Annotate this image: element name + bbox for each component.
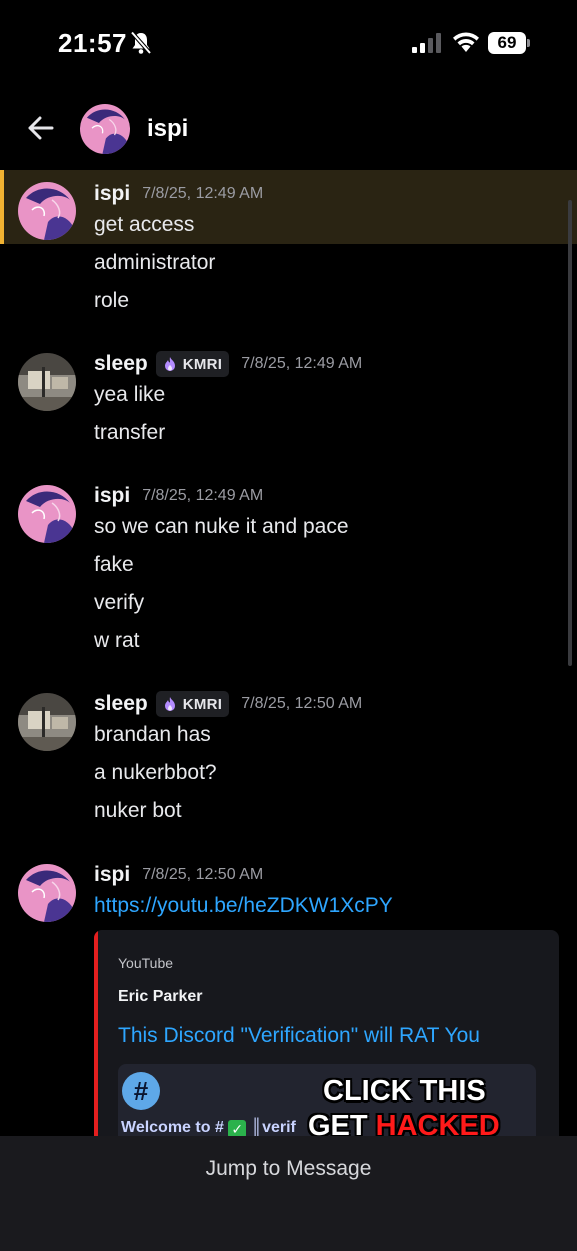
message-line[interactable]: transfer bbox=[94, 421, 165, 445]
chat-header: ispi bbox=[0, 88, 577, 168]
timestamp: 7/8/25, 12:49 AM bbox=[142, 487, 264, 504]
avatar[interactable] bbox=[18, 864, 76, 922]
avatar[interactable] bbox=[18, 693, 76, 751]
avatar[interactable] bbox=[18, 182, 76, 240]
bottom-bar: Jump to Message bbox=[0, 1136, 577, 1251]
message-line[interactable]: nuker bot bbox=[94, 799, 182, 823]
flame-icon bbox=[164, 357, 175, 371]
message-line[interactable]: role bbox=[94, 289, 129, 313]
timestamp: 7/8/25, 12:49 AM bbox=[142, 185, 264, 202]
message-line[interactable]: fake bbox=[94, 553, 134, 577]
avatar[interactable] bbox=[18, 353, 76, 411]
message-list[interactable]: ispi 7/8/25, 12:49 AM get access adminis… bbox=[0, 168, 577, 1136]
author-name[interactable]: ispi bbox=[94, 182, 130, 206]
author-name[interactable]: ispi bbox=[94, 863, 130, 887]
battery-icon: 69 bbox=[488, 32, 530, 54]
timestamp: 7/8/25, 12:50 AM bbox=[241, 695, 363, 712]
message-line[interactable]: a nukerbbot? bbox=[94, 761, 217, 785]
server-tag-label: KMRI bbox=[182, 355, 223, 373]
message-line[interactable]: get access bbox=[94, 213, 194, 237]
timestamp: 7/8/25, 12:50 AM bbox=[142, 866, 264, 883]
scrollbar[interactable] bbox=[568, 200, 572, 666]
message-header: ispi 7/8/25, 12:50 AM bbox=[94, 861, 263, 889]
message-line[interactable]: brandan has bbox=[94, 723, 211, 747]
message-header: ispi 7/8/25, 12:49 AM bbox=[94, 180, 263, 208]
thumbnail-welcome-text: Welcome to # ✓ ║verif bbox=[121, 1119, 296, 1136]
thumbnail-channel: ║verif bbox=[250, 1119, 296, 1136]
hashtag-icon: # bbox=[122, 1072, 160, 1110]
thumbnail-headline-2: GET HACKED bbox=[308, 1110, 500, 1136]
message-line[interactable]: verify bbox=[94, 591, 144, 615]
author-name[interactable]: sleep bbox=[94, 692, 148, 716]
message-line[interactable]: w rat bbox=[94, 629, 140, 653]
header-avatar[interactable] bbox=[80, 104, 130, 154]
message-line[interactable]: yea like bbox=[94, 383, 165, 407]
bell-slash-icon bbox=[130, 31, 152, 55]
timestamp: 7/8/25, 12:49 AM bbox=[241, 355, 363, 372]
author-name[interactable]: sleep bbox=[94, 352, 148, 376]
server-tag[interactable]: KMRI bbox=[155, 691, 230, 717]
thumbnail-hacked: HACKED bbox=[375, 1110, 500, 1136]
embed-provider[interactable]: YouTube bbox=[118, 955, 173, 971]
message-line[interactable]: so we can nuke it and pace bbox=[94, 515, 349, 539]
channel-title: ispi bbox=[147, 115, 189, 142]
message-line[interactable]: administrator bbox=[94, 251, 215, 275]
jump-to-message-button[interactable]: Jump to Message bbox=[0, 1157, 577, 1181]
avatar[interactable] bbox=[18, 485, 76, 543]
thumbnail-welcome: Welcome to # bbox=[121, 1119, 224, 1136]
embed-author[interactable]: Eric Parker bbox=[118, 988, 203, 1006]
embed-title[interactable]: This Discord "Verification" will RAT You bbox=[118, 1024, 480, 1048]
thumbnail-get: GET bbox=[308, 1110, 376, 1136]
server-tag[interactable]: KMRI bbox=[155, 351, 230, 377]
clock: 21:57 bbox=[58, 28, 127, 58]
youtube-link[interactable]: https://youtu.be/heZDKW1XcPY bbox=[94, 894, 393, 918]
checkmark-icon: ✓ bbox=[228, 1120, 247, 1136]
back-arrow-icon[interactable] bbox=[26, 113, 56, 143]
flame-icon bbox=[164, 697, 175, 711]
highlighted-message-background bbox=[0, 170, 577, 244]
wifi-icon bbox=[453, 32, 479, 52]
cellular-signal-icon bbox=[412, 33, 441, 53]
thumbnail-headline-1: CLICK THIS bbox=[323, 1075, 486, 1107]
author-name[interactable]: ispi bbox=[94, 484, 130, 508]
video-thumbnail[interactable]: # Welcome to # ✓ ║verif CLICK THIS GET H… bbox=[118, 1064, 536, 1136]
link-embed[interactable]: YouTube Eric Parker This Discord "Verifi… bbox=[94, 930, 559, 1136]
server-tag-label: KMRI bbox=[182, 695, 223, 713]
message-header: sleep KMRI 7/8/25, 12:50 AM bbox=[94, 690, 362, 718]
message-header: sleep KMRI 7/8/25, 12:49 AM bbox=[94, 350, 362, 378]
battery-level: 69 bbox=[497, 33, 517, 52]
status-bar: 21:57 69 bbox=[0, 0, 577, 88]
embed-accent-bar bbox=[94, 930, 98, 1136]
message-header: ispi 7/8/25, 12:49 AM bbox=[94, 482, 263, 510]
